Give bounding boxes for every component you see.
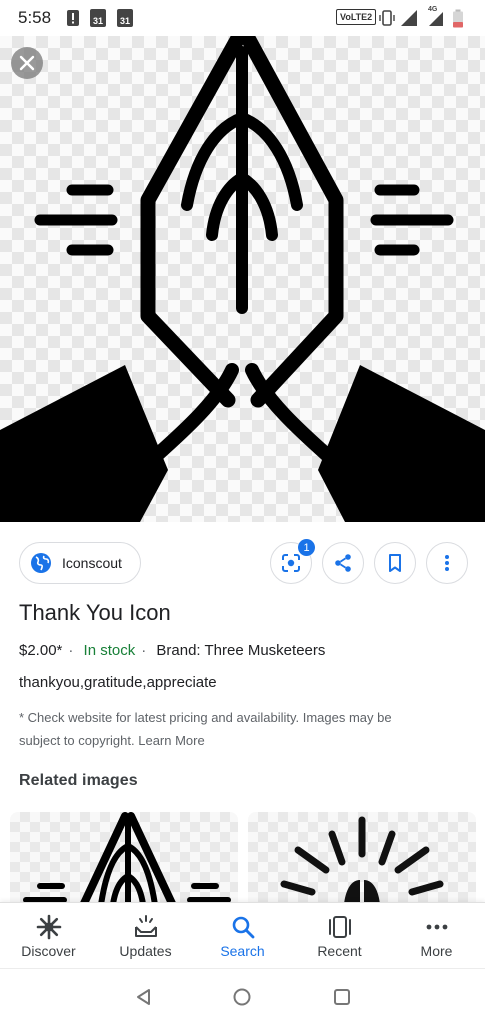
lens-button[interactable]: 1: [270, 539, 315, 584]
nav-more[interactable]: More: [388, 903, 485, 968]
tags: thankyou,gratitude,appreciate: [19, 674, 217, 691]
gratitude-thumbnail: [280, 816, 444, 904]
price-row: $2.00* · In stock · Brand: Three Musketeer…: [19, 642, 326, 659]
related-images-heading: Related images: [19, 772, 138, 789]
discover-icon: [36, 914, 61, 940]
related-image-1[interactable]: [10, 812, 238, 904]
nav-more-label: More: [420, 943, 453, 959]
share-button[interactable]: [322, 542, 364, 584]
back-triangle-icon: [137, 989, 150, 1005]
image-title: Thank You Icon: [19, 600, 171, 625]
more-dots-icon: [426, 924, 447, 930]
nav-updates[interactable]: Updates: [97, 903, 194, 968]
stock-status: In stock: [83, 642, 136, 659]
disclaimer: * Check website for latest pricing and a…: [19, 706, 459, 752]
recent-icon: [328, 916, 351, 938]
bookmark-icon: [389, 554, 401, 572]
overview-square-icon: [334, 989, 350, 1005]
nav-recent[interactable]: Recent: [291, 903, 388, 968]
calendar-icon: 31: [90, 9, 106, 27]
close-icon: [19, 55, 35, 71]
source-chip[interactable]: Iconscout: [19, 542, 141, 584]
nav-recent-label: Recent: [317, 943, 362, 959]
nav-discover-label: Discover: [21, 943, 76, 959]
nav-discover[interactable]: Discover: [0, 903, 97, 968]
nav-updates-label: Updates: [119, 943, 172, 959]
disclaimer-line-2: subject to copyright. Learn More: [19, 733, 205, 748]
status-time: 5:58: [18, 8, 52, 27]
related-image-2[interactable]: [248, 812, 476, 904]
lens-badge: 1: [298, 539, 315, 556]
home-button[interactable]: [230, 985, 254, 1009]
volte-indicator: VoLTE2: [336, 9, 377, 25]
brand: Brand: Three Musketeers: [156, 642, 326, 659]
battery-icon: [453, 9, 463, 28]
lens-icon: [282, 554, 300, 572]
home-circle-icon: [233, 988, 251, 1006]
nav-search-label: Search: [220, 943, 265, 959]
network-signal-icon: 4G: [422, 6, 444, 27]
close-button[interactable]: [11, 47, 43, 79]
overview-button[interactable]: [330, 985, 354, 1009]
search-icon: [232, 916, 254, 939]
nav-search[interactable]: Search: [194, 903, 291, 968]
vibrate-icon: [379, 10, 395, 26]
system-navigation-bar: [0, 968, 485, 1024]
source-name: Iconscout: [62, 555, 122, 571]
praying-hands-thumbnail: [23, 812, 231, 904]
save-button[interactable]: [374, 542, 416, 584]
preview-image[interactable]: [0, 36, 485, 522]
price: $2.00*: [19, 642, 63, 659]
more-vert-icon: [445, 555, 449, 571]
disclaimer-line-1: * Check website for latest pricing and a…: [19, 710, 392, 725]
bottom-navigation: Discover Updates Search Recent More: [0, 902, 485, 968]
updates-icon: [134, 915, 157, 937]
alert-icon: [67, 10, 79, 26]
back-button[interactable]: [132, 985, 156, 1009]
praying-hands-image: [0, 36, 485, 522]
calendar-icon: 31: [117, 9, 133, 27]
status-bar: 5:58 31 31 VoLTE2 4G: [0, 0, 485, 36]
more-options-button[interactable]: [426, 542, 468, 584]
signal-icon: [401, 10, 417, 26]
share-icon: [335, 554, 351, 572]
globe-icon: [31, 553, 51, 573]
